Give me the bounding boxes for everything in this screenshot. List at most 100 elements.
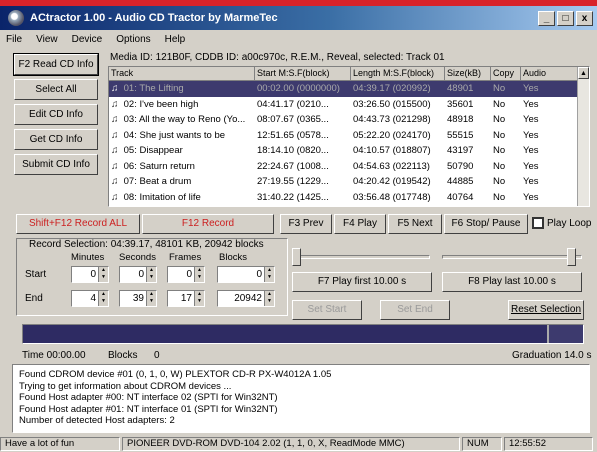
next-button[interactable]: F5 Next xyxy=(388,214,442,234)
track-title-cell: ♫ 02: I've been high xyxy=(109,99,255,110)
table-row[interactable]: ♫ 04: She just wants to be 12:51.65 (0578… xyxy=(109,128,589,144)
record-selection-group: Record Selection: 04:39.17, 48101 KB, 20… xyxy=(16,238,288,316)
record-button[interactable]: F12 Record xyxy=(142,214,274,234)
col-track[interactable]: Track xyxy=(109,67,255,80)
col-length[interactable]: Length M:S.F(block) xyxy=(351,67,445,80)
track-audio-cell: Yes xyxy=(521,145,571,156)
music-note-icon: ♫ xyxy=(111,145,119,157)
track-size-cell-text: 35601 xyxy=(447,98,474,110)
track-copy-cell-text: No xyxy=(493,160,506,172)
track-audio-cell-text: Yes xyxy=(523,145,539,157)
end-minutes-spinner[interactable]: 4 ▲ ▼ xyxy=(71,290,109,307)
col-start[interactable]: Start M:S.F(block) xyxy=(255,67,351,80)
col-copy[interactable]: Copy xyxy=(491,67,521,80)
track-start-cell: 27:19.55 (1229... xyxy=(255,176,351,187)
edit-cd-info-button[interactable]: Edit CD Info xyxy=(14,104,98,125)
table-row[interactable]: ♫ 05: Disappear 18:14.10 (0820... 04:10.57… xyxy=(109,143,589,159)
play-button[interactable]: F4 Play xyxy=(334,214,386,234)
set-end-button[interactable]: Set End xyxy=(380,300,450,320)
spinner-arrows-icon[interactable]: ▲ ▼ xyxy=(146,291,156,306)
end-blocks-spinner[interactable]: 20942 ▲ ▼ xyxy=(217,290,275,307)
spinner-arrows-icon[interactable]: ▲ ▼ xyxy=(194,291,204,306)
track-start-cell: 31:40.22 (1425... xyxy=(255,192,351,203)
end-frames-spinner[interactable]: 17 ▲ ▼ xyxy=(167,290,205,307)
track-title-cell-text: 07: Beat a drum xyxy=(123,176,192,188)
select-all-button[interactable]: Select All xyxy=(14,79,98,100)
track-list-header: Track Start M:S.F(block) Length M:S.F(bl… xyxy=(109,67,589,81)
scroll-up-icon[interactable]: ▲ xyxy=(578,67,589,79)
play-first-button[interactable]: F7 Play first 10.00 s xyxy=(292,272,432,292)
menu-help[interactable]: Help xyxy=(165,34,186,45)
spinner-arrows-icon[interactable]: ▲ ▼ xyxy=(146,267,156,282)
end-slider-rail xyxy=(442,255,582,259)
track-title-cell: ♫ 07: Beat a drum xyxy=(109,176,255,187)
menu-bar: File View Device Options Help xyxy=(0,30,597,48)
track-list-scrollbar[interactable]: ▲ xyxy=(577,67,589,206)
maximize-button[interactable]: □ xyxy=(557,10,574,26)
table-row[interactable]: ♫ 08: Imitation of life 31:40.22 (1425...… xyxy=(109,190,589,206)
seconds-header: Seconds xyxy=(119,252,156,263)
end-position-slider[interactable] xyxy=(442,248,582,266)
menu-options[interactable]: Options xyxy=(116,34,150,45)
start-position-slider[interactable] xyxy=(292,248,430,266)
stop-pause-button[interactable]: F6 Stop/ Pause xyxy=(444,214,528,234)
submit-cd-info-button[interactable]: Submit CD Info xyxy=(14,154,98,175)
end-slider-thumb[interactable] xyxy=(567,248,576,266)
record-all-button[interactable]: Shift+F12 Record ALL xyxy=(16,214,140,234)
set-start-button[interactable]: Set Start xyxy=(292,300,362,320)
get-cd-info-button[interactable]: Get CD Info xyxy=(14,129,98,150)
blocks-label: Blocks xyxy=(108,350,138,361)
waveform-progress[interactable] xyxy=(22,324,584,344)
menu-view[interactable]: View xyxy=(36,34,58,45)
start-frames-spinner[interactable]: 0 ▲ ▼ xyxy=(167,266,205,283)
prev-button[interactable]: F3 Prev xyxy=(280,214,332,234)
play-loop-checkbox[interactable] xyxy=(532,217,544,229)
log-output[interactable]: Found CDROM device #01 (0, 1, 0, W) PLEX… xyxy=(12,364,590,433)
music-note-icon: ♫ xyxy=(111,114,119,126)
table-row[interactable]: ♫ 06: Saturn return 22:24.67 (1008... 04:5… xyxy=(109,159,589,175)
table-row[interactable]: ♫ 01: The Lifting 00:02.00 (0000000) 04:39… xyxy=(109,81,589,97)
track-copy-cell-text: No xyxy=(493,98,506,110)
cd-action-buttons: F2 Read CD Info Select All Edit CD Info … xyxy=(13,53,100,179)
title-bar[interactable]: ACtractor 1.00 - Audio CD Tractor by Mar… xyxy=(0,6,597,30)
menu-file[interactable]: File xyxy=(6,34,22,45)
track-length-cell: 04:20.42 (019542) xyxy=(351,176,445,187)
start-blocks-spinner[interactable]: 0 ▲ ▼ xyxy=(217,266,275,283)
track-size-cell: 48918 xyxy=(445,114,491,125)
play-last-button[interactable]: F8 Play last 10.00 s xyxy=(442,272,582,292)
spinner-arrows-icon[interactable]: ▲ ▼ xyxy=(98,291,108,306)
close-button[interactable]: x xyxy=(576,10,593,26)
status-num: NUM xyxy=(462,437,502,451)
end-seconds-spinner[interactable]: 39 ▲ ▼ xyxy=(119,290,157,307)
track-list[interactable]: Track Start M:S.F(block) Length M:S.F(bl… xyxy=(108,66,590,207)
start-label: Start xyxy=(25,269,47,280)
spinner-arrows-icon[interactable]: ▲ ▼ xyxy=(264,291,274,306)
start-slider-thumb[interactable] xyxy=(292,248,301,266)
cd-app-icon xyxy=(8,10,24,26)
track-audio-cell: Yes xyxy=(521,161,571,172)
table-row[interactable]: ♫ 07: Beat a drum 27:19.55 (1229... 04:20.… xyxy=(109,174,589,190)
blocks-value: 0 xyxy=(154,350,160,361)
col-audio[interactable]: Audio xyxy=(521,67,571,80)
status-message: Have a lot of fun xyxy=(0,437,120,451)
minutes-header: Minutes xyxy=(71,252,105,263)
col-size[interactable]: Size(kB) xyxy=(445,67,491,80)
start-seconds-spinner[interactable]: 0 ▲ ▼ xyxy=(119,266,157,283)
menu-device[interactable]: Device xyxy=(72,34,103,45)
start-minutes-spinner[interactable]: 0 ▲ ▼ xyxy=(71,266,109,283)
reset-selection-button[interactable]: Reset Selection xyxy=(508,300,584,320)
table-row[interactable]: ♫ 03: All the way to Reno (Yo... 08:07.67… xyxy=(109,112,589,128)
spinner-arrows-icon[interactable]: ▲ ▼ xyxy=(98,267,108,282)
track-title-cell-text: 08: Imitation of life xyxy=(123,191,201,203)
read-cd-info-button[interactable]: F2 Read CD Info xyxy=(13,53,99,76)
track-size-cell: 55515 xyxy=(445,130,491,141)
track-start-cell-text: 18:14.10 (0820... xyxy=(257,145,329,157)
table-row[interactable]: ♫ 02: I've been high 04:41.17 (0210... 03:… xyxy=(109,97,589,113)
track-length-cell-text: 03:56.48 (017748) xyxy=(353,191,431,203)
spinner-arrows-icon[interactable]: ▲ ▼ xyxy=(194,267,204,282)
end-frames-value: 17 xyxy=(180,293,192,304)
play-loop-toggle[interactable]: Play Loop xyxy=(532,217,591,229)
spinner-arrows-icon[interactable]: ▲ ▼ xyxy=(264,267,274,282)
start-frames-value: 0 xyxy=(186,269,192,280)
minimize-button[interactable]: _ xyxy=(538,10,555,26)
